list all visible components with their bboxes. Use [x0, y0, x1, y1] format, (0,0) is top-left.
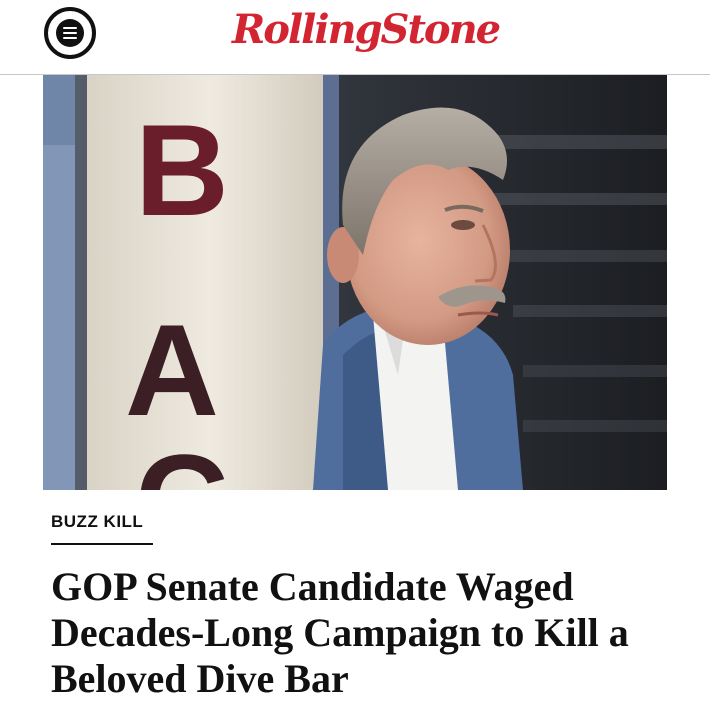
svg-text:C: C — [135, 427, 229, 490]
svg-text:B: B — [135, 97, 229, 243]
svg-text:A: A — [125, 297, 219, 443]
hero-photo: B A C — [43, 75, 667, 490]
article-kicker[interactable]: BUZZ KILL — [51, 512, 143, 532]
hero-image[interactable]: B A C — [43, 75, 667, 490]
site-header: RollingStone — [0, 0, 710, 75]
hamburger-menu-icon — [56, 19, 84, 47]
menu-button[interactable] — [44, 7, 96, 59]
article-headline[interactable]: GOP Senate Candidate Waged Decades-Long … — [51, 564, 691, 702]
site-logo[interactable]: RollingStone — [232, 4, 501, 56]
kicker-underline — [51, 543, 153, 545]
